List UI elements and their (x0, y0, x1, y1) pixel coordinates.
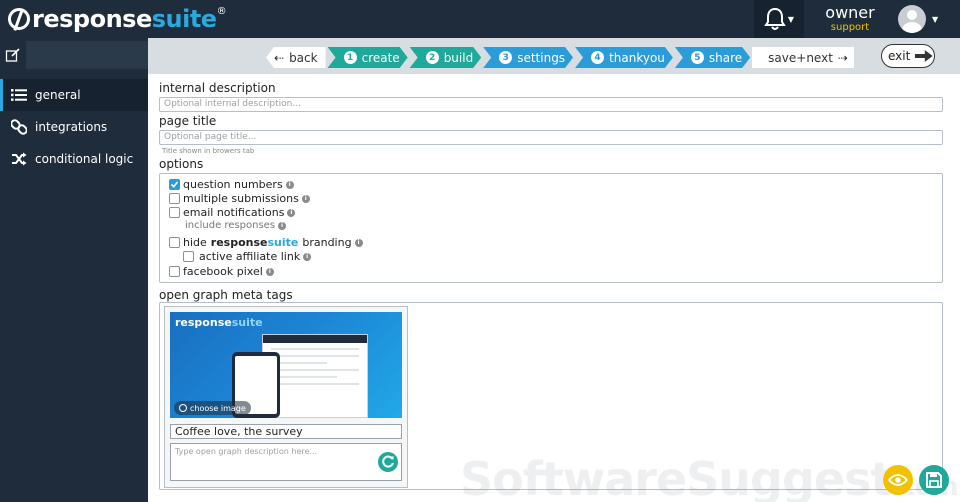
step-create[interactable]: 1 create (328, 47, 408, 68)
og-image-preview[interactable]: responsesuite choose image (170, 312, 402, 418)
refresh-button[interactable] (378, 452, 398, 472)
avatar-button[interactable]: ▼ (898, 5, 938, 33)
option-question-numbers[interactable]: question numbers i (169, 178, 294, 191)
back-button[interactable]: ⇠ back (266, 47, 326, 68)
sidebar-header (0, 38, 148, 72)
step-settings[interactable]: 3 settings (483, 47, 573, 68)
notifications-button[interactable]: ▼ (754, 0, 804, 38)
option-multiple-submissions[interactable]: multiple submissions i (169, 192, 310, 205)
info-icon[interactable]: i (287, 208, 296, 217)
user-role: support (830, 22, 870, 33)
user-name: owner (825, 3, 875, 22)
step-thankyou[interactable]: 4 thankyou (575, 47, 673, 68)
info-icon[interactable]: i (301, 194, 310, 203)
edit-button[interactable] (0, 38, 26, 72)
arrow-right-icon (915, 50, 934, 62)
sidebar-item-label: integrations (35, 120, 108, 134)
responsesuite-logo[interactable]: response suite ® (8, 4, 227, 34)
sidebar-item-conditional-logic[interactable]: conditional logic (0, 143, 148, 175)
og-meta-label: open graph meta tags (159, 288, 293, 302)
og-logo: responsesuite (175, 316, 263, 329)
wizard-steps: ⇠ back 1 create 2 build 3 settings 4 tha… (266, 47, 856, 68)
facebook-pixel-checkbox[interactable] (169, 266, 180, 277)
logo-mark-icon (8, 8, 30, 30)
info-icon[interactable]: i (303, 252, 312, 261)
edit-icon (5, 48, 20, 62)
option-email-notifications[interactable]: email notifications i (169, 206, 296, 219)
options-label: options (159, 157, 204, 171)
bell-icon (764, 7, 786, 30)
refresh-icon (382, 455, 394, 468)
save-button[interactable] (919, 465, 949, 495)
internal-description-label: internal description (159, 81, 276, 95)
info-icon[interactable]: i (278, 221, 287, 230)
info-icon[interactable]: i (285, 180, 294, 189)
info-icon[interactable]: i (354, 238, 363, 247)
chevron-down-icon: ▼ (787, 14, 795, 24)
avatar (898, 5, 926, 33)
email-notifications-checkbox[interactable] (169, 207, 180, 218)
sidebar: general integrations conditional logic (0, 38, 148, 502)
question-numbers-checkbox[interactable] (169, 179, 180, 190)
og-title-input[interactable]: Coffee love, the survey (170, 424, 402, 439)
options-panel: question numbers i multiple submissions … (159, 173, 943, 283)
step-bar: ⇠ back 1 create 2 build 3 settings 4 tha… (148, 38, 960, 74)
step-build[interactable]: 2 build (410, 47, 482, 68)
option-facebook-pixel[interactable]: facebook pixel i (169, 265, 274, 278)
og-description-input[interactable]: Type open graph description here... (170, 443, 402, 481)
exit-button[interactable]: exit (881, 44, 935, 68)
eye-icon (888, 474, 908, 486)
main-content: internal description Optional internal d… (148, 74, 960, 502)
shuffle-icon (10, 152, 28, 166)
active-affiliate-link-checkbox[interactable] (183, 251, 194, 262)
save-next-button[interactable]: save+next ⇢ (752, 47, 854, 68)
choose-image-button[interactable]: choose image (174, 401, 251, 415)
chevron-down-icon: ▼ (932, 14, 939, 24)
og-preview-card: responsesuite choose image Coffee love, … (164, 306, 408, 488)
option-active-affiliate-link[interactable]: active affiliate link i (183, 250, 312, 263)
sidebar-header-blank (26, 41, 148, 69)
user-menu[interactable]: owner support (806, 4, 894, 34)
sidebar-item-general[interactable]: general (0, 79, 148, 111)
list-icon (10, 89, 28, 101)
arrow-left-icon: ⇠ (274, 50, 285, 65)
multiple-submissions-checkbox[interactable] (169, 193, 180, 204)
sidebar-item-integrations[interactable]: integrations (0, 111, 148, 143)
hide-branding-checkbox[interactable] (169, 237, 180, 248)
step-share[interactable]: 5 share (675, 47, 750, 68)
info-icon[interactable]: i (265, 267, 274, 276)
camera-icon (179, 404, 187, 412)
option-include-responses: include responses i (185, 220, 287, 231)
page-title-hint: Title shown in browers tab (162, 147, 255, 155)
sidebar-item-label: conditional logic (35, 152, 134, 166)
preview-button[interactable] (883, 465, 913, 495)
page-title-input[interactable]: Optional page title... (159, 130, 943, 145)
sidebar-item-label: general (35, 88, 81, 102)
floppy-disk-icon (926, 472, 942, 488)
page-title-label: page title (159, 114, 217, 128)
arrow-right-icon: ⇢ (837, 50, 848, 65)
option-hide-branding[interactable]: hide response suite branding i (169, 236, 363, 249)
link-icon (10, 119, 28, 135)
top-bar: response suite ® ▼ owner support ▼ (0, 0, 960, 38)
internal-description-input[interactable]: Optional internal description... (159, 97, 943, 112)
checkmark-icon (170, 181, 179, 188)
